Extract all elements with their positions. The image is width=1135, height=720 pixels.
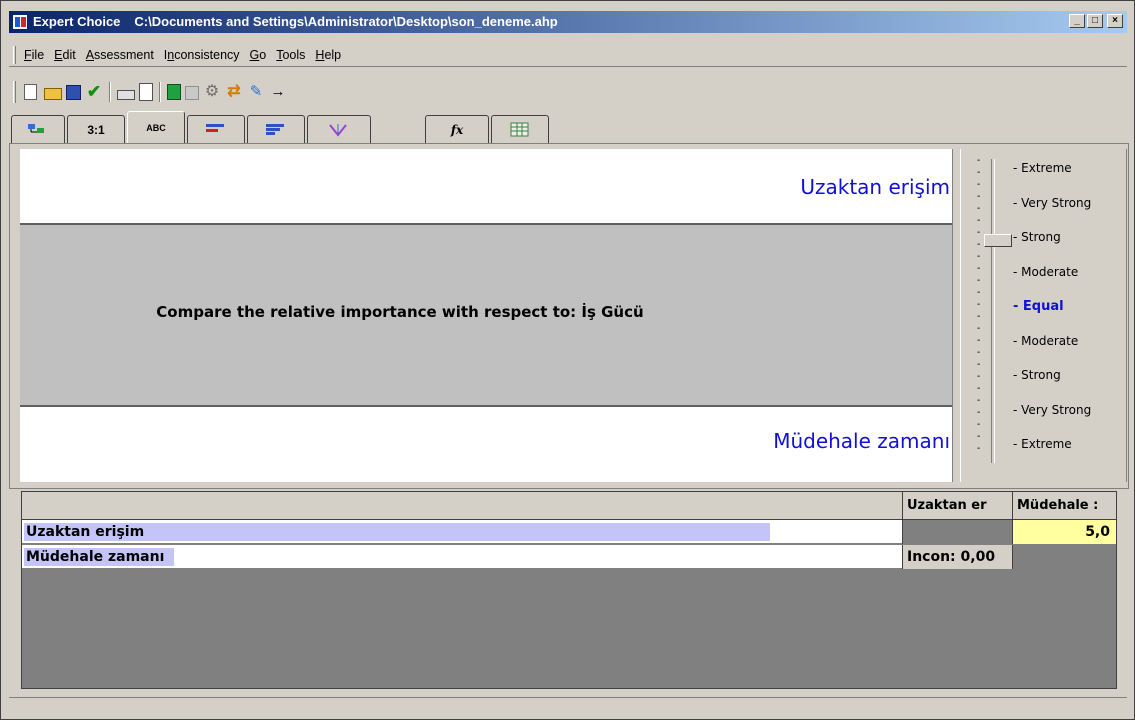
gear-icon[interactable]: ⚙ [203,83,221,101]
cell-diagonal [1012,545,1116,569]
menu-file[interactable]: File [19,48,49,62]
tools-icon[interactable]: ✎ [247,83,265,101]
top-element-name: Uzaktan erişim [800,175,950,199]
scale-label-7[interactable]: Very Strong [1013,403,1091,417]
model-icon[interactable] [185,86,199,100]
scale-label-1[interactable]: Very Strong [1013,196,1091,210]
bottom-element-name: Müdehale zamanı [773,429,950,453]
menu-tools[interactable]: Tools [271,48,310,62]
menu-grip[interactable] [13,46,16,64]
close-button[interactable]: × [1107,14,1123,28]
scale-slider-thumb[interactable] [984,234,1012,247]
tree-icon [28,123,44,133]
comparison-question: Compare the relative importance with res… [156,303,644,321]
scale-label-4[interactable]: Equal [1013,299,1064,314]
tab-formula[interactable]: fx [425,115,489,143]
arrow-icon[interactable]: → [269,83,287,101]
top-element-box[interactable]: Uzaktan erişim [20,149,958,225]
status-bar [9,697,1127,717]
scale-label-5[interactable]: Moderate [1013,334,1078,348]
menu-go[interactable]: Go [245,48,272,62]
save-icon[interactable] [66,84,81,100]
scale-label-0[interactable]: Extreme [1013,161,1072,175]
bar-chart-icon [206,123,224,132]
header-col-mudehale[interactable]: Müdehale : [1012,492,1116,520]
swap-icon[interactable]: ⇄ [225,83,243,101]
window-title: Expert Choice C:\Documents and Settings\A… [33,14,558,29]
results-grid: Uzaktan er Müdehale : Uzaktan erişim 5,0… [21,491,1117,689]
cell-diagonal [902,520,1012,544]
tab-tree[interactable] [11,115,65,143]
check-icon[interactable]: ✔ [85,83,103,101]
table-row[interactable]: Müdehale zamanı Incon: 0,00 [22,545,1116,569]
header-col-uzaktan[interactable]: Uzaktan er [902,492,1012,520]
toolbar-separator [159,82,161,102]
row-name: Müdehale zamanı [26,549,165,565]
app-name: Expert Choice [33,14,121,29]
app-window: Expert Choice C:\Documents and Settings\A… [0,0,1135,720]
inconsistency-value: Incon: 0,00 [902,545,1012,569]
menu-edit[interactable]: Edit [49,48,81,62]
tab-sensitivity[interactable] [307,115,371,143]
menu-bar: File Edit Assessment Inconsistency Go To… [9,43,1127,67]
scale-label-6[interactable]: Strong [1013,368,1061,382]
tab-bar-chart[interactable] [187,115,245,143]
cell-judgment[interactable]: 5,0 [1012,520,1116,544]
results-header: Uzaktan er Müdehale : [22,492,1116,520]
file-path: C:\Documents and Settings\Administrator\… [134,14,558,29]
scale-ticks: - - - - - - - - - - - - - - - - - - - - … [977,155,981,454]
toolbar: ✔ ⚙ ⇄ ✎ → [9,77,477,107]
scale-label-2[interactable]: Strong [1013,230,1061,244]
print-preview-icon[interactable] [139,83,153,101]
table-row[interactable]: Uzaktan erişim 5,0 [22,520,1116,544]
question-box: Compare the relative importance with res… [20,225,958,405]
tab-grid[interactable] [491,115,549,143]
menu-inconsistency[interactable]: Inconsistency [159,48,245,62]
tab-sorted-bars[interactable] [247,115,305,143]
splitter[interactable] [952,149,960,482]
toolbar-separator [109,82,111,102]
menu-assessment[interactable]: Assessment [81,48,159,62]
scale-frame [1126,149,1129,482]
maximize-button[interactable]: □ [1087,14,1103,28]
print-icon[interactable] [117,89,135,100]
minimize-button[interactable]: _ [1069,14,1085,28]
tab-verbal[interactable]: ABC [127,111,185,143]
menu-help[interactable]: Help [310,48,346,62]
new-icon[interactable] [24,84,37,100]
scale-label-3[interactable]: Moderate [1013,265,1078,279]
bottom-element-box[interactable]: Müdehale zamanı [20,405,958,482]
formula-icon: fx [450,122,464,137]
open-icon[interactable] [44,88,62,100]
view-tabs: 3:1 ABC fx [9,111,569,143]
verbal-scale: - - - - - - - - - - - - - - - - - - - - … [960,149,1126,482]
tab-numerical[interactable]: 3:1 [67,115,125,143]
scale-slider-track[interactable] [991,159,995,463]
scale-label-8[interactable]: Extreme [1013,437,1072,451]
verbal-icon: ABC [146,122,166,133]
app-icon[interactable] [12,14,28,30]
row-name: Uzaktan erişim [26,524,145,540]
toolbar-grip[interactable] [13,81,16,103]
header-name-col [22,492,902,520]
comparison-panel: Uzaktan erişim Compare the relative impo… [9,143,1129,489]
grid-icon [510,122,529,136]
title-bar[interactable]: Expert Choice C:\Documents and Settings\A… [9,11,1127,33]
sorted-bars-icon [266,123,284,135]
numerical-icon: 3:1 [87,122,105,137]
sensitivity-icon [329,123,347,137]
calculator-icon[interactable] [167,84,181,100]
